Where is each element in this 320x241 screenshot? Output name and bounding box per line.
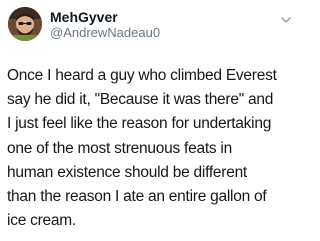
tweet-text-line: one of the most strenuous feats in — [7, 139, 232, 157]
tweet-text-line: I just feel like the reason for undertak… — [7, 115, 272, 133]
chevron-down-icon[interactable] — [281, 11, 291, 23]
tweet-text-line: than the reason I ate an entire gallon o… — [7, 188, 267, 206]
tweet-card: MehGyver @AndrewNadeau0 Once I heard a g… — [0, 0, 300, 241]
tweet-text-line: human existence should be different — [7, 163, 247, 181]
author-display-name[interactable]: MehGyver — [50, 9, 160, 25]
avatar[interactable] — [8, 7, 42, 41]
author-block: MehGyver @AndrewNadeau0 — [50, 9, 160, 41]
tweet-text: Once I heard a guy who climbed Everest s… — [7, 64, 297, 233]
tweet-text-line: ice cream. — [7, 212, 76, 230]
avatar-image — [8, 7, 42, 41]
author-handle[interactable]: @AndrewNadeau0 — [50, 25, 160, 41]
tweet-text-line: say he did it, "Because it was there" an… — [7, 91, 274, 109]
tweet-text-line: Once I heard a guy who climbed Everest — [7, 67, 277, 84]
